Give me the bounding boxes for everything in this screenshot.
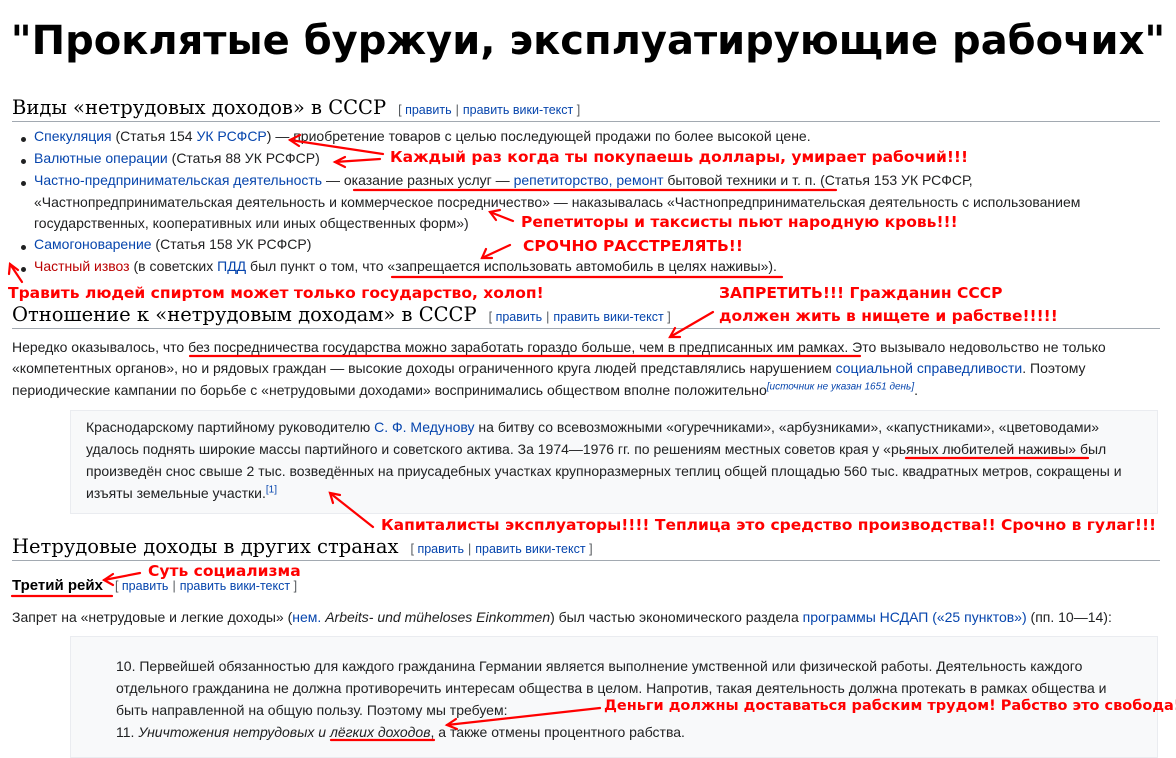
edit-link[interactable]: править bbox=[496, 310, 543, 324]
list-item: Частно-предпринимательская деятельность … bbox=[34, 172, 973, 188]
bullet-icon bbox=[21, 181, 26, 186]
arrow-head-icon bbox=[7, 261, 20, 276]
annotation-caption: должен жить в нищете и рабстве!!!!! bbox=[719, 307, 1058, 325]
pdd-link[interactable]: ПДД bbox=[217, 258, 246, 274]
arrow-head-icon bbox=[332, 155, 347, 169]
private-cab-link[interactable]: Частный извоз bbox=[34, 258, 130, 274]
arrow-head-icon bbox=[668, 326, 682, 339]
medunov-link[interactable]: С. Ф. Медунову bbox=[374, 419, 474, 435]
arrow-icon bbox=[333, 157, 382, 164]
list-item: Самогоноварение (Статья 158 УК РСФСР) bbox=[34, 236, 312, 252]
edit-wikitext-link[interactable]: править вики-текст bbox=[180, 579, 290, 593]
speculation-link[interactable]: Спекуляция bbox=[34, 128, 112, 144]
annotation-caption: Каждый раз когда ты покупаешь доллары, у… bbox=[390, 148, 969, 166]
private-enterprise-link[interactable]: Частно-предпринимательская деятельность bbox=[34, 172, 322, 188]
edit-section-links: [ править | править вики-текст ] bbox=[114, 579, 298, 593]
quote-line: изъяты земельные участки.[1] bbox=[86, 484, 278, 501]
annotation-caption: Суть социализма bbox=[148, 562, 301, 580]
section-heading-other-countries: Нетрудовые доходы в других странах [ прав… bbox=[12, 535, 1160, 561]
list-item: Спекуляция (Статья 154 УК РСФСР) — приоб… bbox=[34, 128, 811, 144]
annotation-caption: Травить людей спиртом может только госуд… bbox=[8, 284, 544, 302]
annotation-caption: СРОЧНО РАССТРЕЛЯТЬ!! bbox=[523, 237, 743, 255]
paragraph-line: Нередко оказывалось, что без посредничес… bbox=[12, 339, 1106, 355]
bullet-icon bbox=[21, 159, 26, 164]
edit-wikitext-link[interactable]: править вики-текст bbox=[475, 542, 585, 556]
annotation-caption: Деньги должны доставаться рабским трудом… bbox=[604, 698, 1176, 714]
quote-line: Краснодарскому партийному руководителю С… bbox=[86, 419, 1100, 435]
quote-line: быть направленной на общую пользу. Поэто… bbox=[116, 702, 508, 718]
annotation-caption: ЗАПРЕТИТЬ!!! Гражданин СССР bbox=[719, 284, 1003, 302]
annotation-caption: Репетиторы и таксисты пьют народную кров… bbox=[521, 213, 958, 231]
list-item: Частный извоз (в советских ПДД был пункт… bbox=[34, 258, 777, 274]
section-heading-text: Отношение к «нетрудовым доходам» в СССР bbox=[12, 303, 477, 326]
edit-section-links: [ править | править вики-текст ] bbox=[488, 310, 671, 324]
paragraph-line: «компетентных органов», но и рядовых гра… bbox=[12, 360, 1086, 376]
annotation-caption: Капиталисты эксплуаторы!!!! Теплица это … bbox=[381, 516, 1157, 534]
nsdap-program-link[interactable]: программы НСДАП («25 пунктов») bbox=[803, 609, 1027, 625]
list-item: Валютные операции (Статья 88 УК РСФСР) bbox=[34, 150, 320, 166]
section-heading-text: Виды «нетрудовых доходов» в СССР bbox=[12, 96, 387, 119]
bullet-icon bbox=[21, 267, 26, 272]
paragraph-line: периодические кампании по борьбе с «нетр… bbox=[12, 381, 918, 398]
bullet-icon bbox=[21, 245, 26, 250]
paragraph-line: Запрет на «нетрудовые и легкие доходы» (… bbox=[12, 609, 1112, 625]
list-item-continuation: «Частнопредпринимательская деятельность … bbox=[34, 194, 1081, 210]
meme-title: "Проклятые буржуи, эксплуатирующие рабоч… bbox=[10, 18, 1166, 64]
quote-line: удалось поднять широкие массы партийного… bbox=[86, 441, 1107, 457]
section-heading-text: Нетрудовые доходы в других странах bbox=[12, 535, 399, 558]
currency-operations-link[interactable]: Валютные операции bbox=[34, 150, 168, 166]
list-item-continuation: государственных, кооперативных или иных … bbox=[34, 215, 469, 231]
tutoring-repair-link[interactable]: репетиторство, ремонт bbox=[514, 172, 664, 188]
social-justice-link[interactable]: социальной справедливости bbox=[836, 360, 1023, 376]
edit-link[interactable]: править bbox=[417, 542, 464, 556]
section-heading-soviet-types: Виды «нетрудовых доходов» в СССР [ правит… bbox=[12, 96, 1160, 122]
quote-line: отдельного гражданина не должна противор… bbox=[116, 680, 1107, 696]
edit-section-links: [ править | править вики-текст ] bbox=[410, 542, 593, 556]
reference-link[interactable]: [1] bbox=[266, 484, 277, 495]
bullet-icon bbox=[21, 137, 26, 142]
edit-wikitext-link[interactable]: править вики-текст bbox=[553, 310, 663, 324]
quote-line: 10. Первейшей обязанностью для каждого г… bbox=[116, 658, 1083, 674]
quote-line: 11. Уничтожения нетрудовых и лёгких дохо… bbox=[116, 724, 685, 740]
edit-wikitext-link[interactable]: править вики-текст bbox=[463, 103, 573, 117]
edit-link[interactable]: править bbox=[405, 103, 452, 117]
german-abbr-link[interactable]: нем. bbox=[292, 609, 321, 625]
edit-section-links: [ править | править вики-текст ] bbox=[398, 103, 581, 117]
moonshine-link[interactable]: Самогоноварение bbox=[34, 236, 152, 252]
edit-link[interactable]: править bbox=[122, 579, 169, 593]
quote-line: произведён снос свыше 2 тыс. возведённых… bbox=[86, 463, 1122, 479]
arrow-icon bbox=[8, 262, 24, 284]
citation-needed[interactable]: [источник не указан 1651 день] bbox=[767, 381, 914, 392]
uk-rsfsr-link[interactable]: УК РСФСР bbox=[196, 128, 266, 144]
